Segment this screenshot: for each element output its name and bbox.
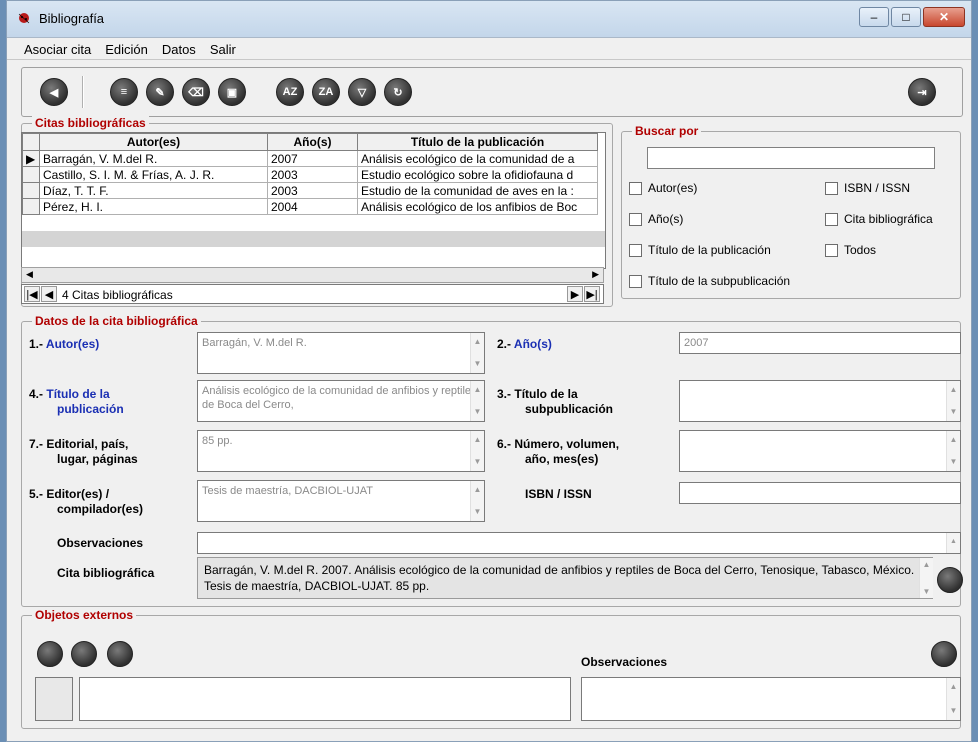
objetos-observaciones-label: Observaciones	[581, 655, 668, 669]
numero-label: 6.- Número, volumen, año, mes(es)	[497, 437, 620, 466]
autor-label: 1.- Autor(es)	[29, 337, 100, 351]
table-row[interactable]: ▶ Barragán, V. M.del R. 2007 Análisis ec…	[22, 150, 598, 167]
table-row[interactable]: Pérez, H. I. 2004 Análisis ecológico de …	[22, 198, 598, 215]
col-anio[interactable]: Año(s)	[267, 133, 358, 151]
subpub-label: 3.- Título de la subpublicación	[497, 387, 614, 416]
citas-table: Autor(es) Año(s) Título de la publicació…	[21, 132, 606, 269]
toolbar: ◀ ≡ ✎ ⌫ ▣ AZ ZA ▽ ↻ ⇥	[21, 67, 963, 117]
citas-legend: Citas bibliográficas	[32, 116, 149, 130]
last-record-icon[interactable]: ▶|	[584, 286, 600, 302]
object-observaciones-field[interactable]: ▲ ▼	[581, 677, 961, 721]
main-window: Bibliografía – □ ✕ Asociar cita Edición …	[6, 0, 972, 742]
cita-label: Cita bibliográfica	[57, 566, 155, 580]
add-object-icon[interactable]	[37, 641, 63, 667]
row-selector-icon[interactable]: ▶	[22, 150, 40, 167]
menu-bar: Asociar cita Edición Datos Salir	[7, 39, 971, 60]
editorial-field[interactable]: 85 pp. ▲ ▼	[197, 430, 485, 472]
isbn-label: ISBN / ISSN	[525, 487, 592, 501]
observaciones-field[interactable]: ▲▼	[197, 532, 961, 554]
close-button[interactable]: ✕	[923, 7, 965, 27]
objetos-legend: Objetos externos	[32, 608, 137, 622]
next-record-icon[interactable]: ▶	[567, 286, 583, 302]
save-object-icon[interactable]	[931, 641, 957, 667]
record-navigator: |◀ ◀ 4 Citas bibliográficas ▶ ▶|	[21, 284, 604, 304]
numero-field[interactable]: ▲ ▼	[679, 430, 961, 472]
window-title: Bibliografía	[39, 11, 105, 26]
observaciones-label: Observaciones	[57, 536, 144, 550]
autor-field[interactable]: Barragán, V. M.del R. ▲ ▼	[197, 332, 485, 374]
refresh-icon[interactable]: ↻	[384, 78, 412, 106]
chk-autor[interactable]: Autor(es)	[629, 181, 697, 195]
editor-label: 5.- Editor(es) / compilador(es)	[29, 487, 144, 516]
edit-icon[interactable]: ✎	[146, 78, 174, 106]
titulo-field[interactable]: Análisis ecológico de la comunidad de an…	[197, 380, 485, 422]
record-count: 4 Citas bibliográficas	[62, 288, 173, 302]
cita-field[interactable]: Barragán, V. M.del R. 2007. Análisis eco…	[197, 557, 933, 599]
sort-za-icon[interactable]: ZA	[312, 78, 340, 106]
table-hscrollbar[interactable]: ◀ ▶	[21, 267, 604, 283]
table-empty-area	[22, 231, 605, 247]
chk-anio[interactable]: Año(s)	[629, 212, 683, 226]
minimize-button[interactable]: –	[859, 7, 889, 27]
menu-salir[interactable]: Salir	[203, 39, 243, 59]
chk-subpub[interactable]: Título de la subpublicación	[629, 274, 790, 288]
import-icon[interactable]: ≡	[110, 78, 138, 106]
exit-door-icon[interactable]: ⇥	[908, 78, 936, 106]
anio-field[interactable]: 2007	[679, 332, 961, 354]
regenerate-cita-icon[interactable]	[937, 567, 963, 593]
editor-field[interactable]: Tesis de maestría, DACBIOL-UJAT ▲ ▼	[197, 480, 485, 522]
col-titulo[interactable]: Título de la publicación	[357, 133, 598, 151]
chk-titulo[interactable]: Título de la publicación	[629, 243, 771, 257]
search-input[interactable]	[647, 147, 935, 169]
menu-asociar-cita[interactable]: Asociar cita	[17, 39, 98, 59]
subpub-field[interactable]: ▲ ▼	[679, 380, 961, 422]
menu-edicion[interactable]: Edición	[98, 39, 155, 59]
menu-datos[interactable]: Datos	[155, 39, 203, 59]
scroll-right-icon[interactable]: ▶	[592, 269, 599, 280]
title-bar: Bibliografía – □ ✕	[7, 1, 971, 38]
maximize-button[interactable]: □	[891, 7, 921, 27]
object-thumbnail[interactable]	[35, 677, 73, 721]
anio-label: 2.- Año(s)	[497, 337, 552, 351]
chk-todos[interactable]: Todos	[825, 243, 876, 257]
back-icon[interactable]: ◀	[40, 78, 68, 106]
cita-scrollbar[interactable]: ▲ ▼	[919, 558, 933, 598]
chk-isbn[interactable]: ISBN / ISSN	[825, 181, 910, 195]
first-record-icon[interactable]: |◀	[24, 286, 40, 302]
table-row[interactable]: Castillo, S. I. M. & Frías, A. J. R. 200…	[22, 166, 598, 183]
erase-object-icon[interactable]	[107, 641, 133, 667]
buscar-legend: Buscar por	[632, 124, 702, 138]
filter-icon[interactable]: ▽	[348, 78, 376, 106]
scroll-left-icon[interactable]: ◀	[26, 269, 33, 280]
erase-icon[interactable]: ⌫	[182, 78, 210, 106]
prev-record-icon[interactable]: ◀	[41, 286, 57, 302]
edit-object-icon[interactable]	[71, 641, 97, 667]
sort-az-icon[interactable]: AZ	[276, 78, 304, 106]
datos-legend: Datos de la cita bibliográfica	[32, 314, 201, 328]
editorial-label: 7.- Editorial, país, lugar, páginas	[29, 437, 138, 466]
isbn-field[interactable]	[679, 482, 961, 504]
table-row[interactable]: Díaz, T. T. F. 2003 Estudio de la comuni…	[22, 182, 598, 199]
table-header: Autor(es) Año(s) Título de la publicació…	[22, 133, 598, 151]
save-icon[interactable]: ▣	[218, 78, 246, 106]
col-autor[interactable]: Autor(es)	[39, 133, 268, 151]
titulo-label: 4.- Título de la publicación	[29, 387, 124, 416]
object-path-field[interactable]	[79, 677, 571, 721]
bug-app-icon	[18, 13, 30, 24]
chk-cita[interactable]: Cita bibliográfica	[825, 212, 933, 226]
